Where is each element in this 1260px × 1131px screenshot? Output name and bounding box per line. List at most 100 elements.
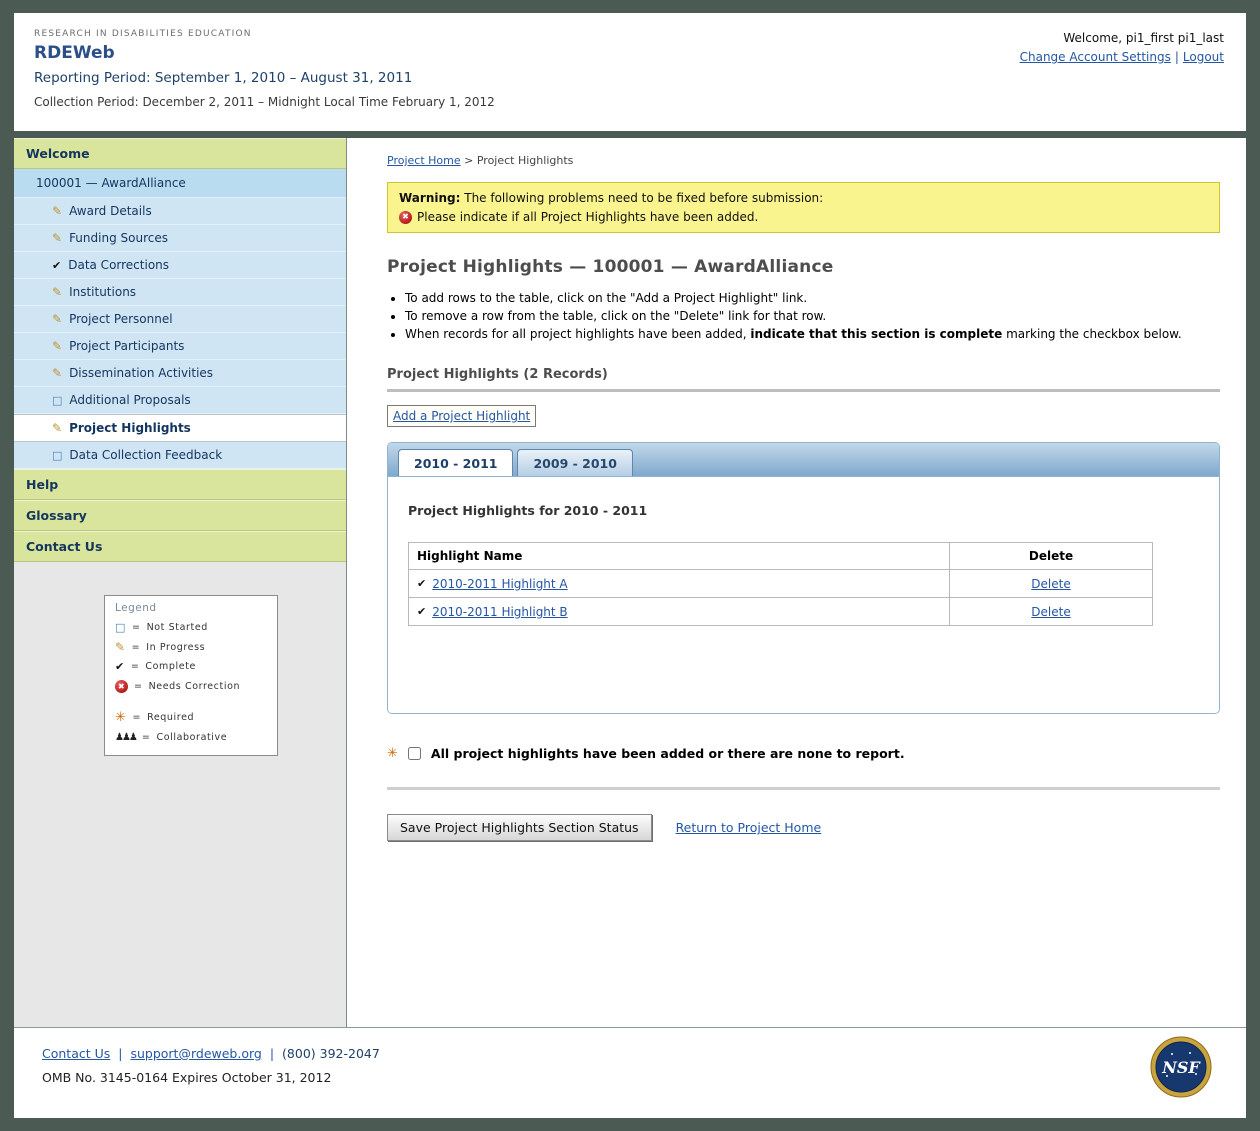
warning-item-text: Please indicate if all Project Highlight… — [417, 210, 758, 224]
highlight-b-link[interactable]: 2010-2011 Highlight B — [432, 605, 567, 619]
complete-icon: ✔ — [115, 661, 125, 672]
warning-box: Warning: The following problems need to … — [387, 182, 1220, 233]
required-icon: ✳ — [115, 711, 127, 724]
footer: Contact Us | support@rdeweb.org | (800) … — [14, 1027, 1246, 1118]
delete-highlight-b-link[interactable]: Delete — [1031, 605, 1070, 619]
logout-link[interactable]: Logout — [1183, 50, 1224, 64]
sidebar-item-award-details[interactable]: ✎ Award Details — [14, 198, 346, 225]
content: Welcome 100001 — AwardAlliance ✎ Award D… — [14, 138, 1246, 1118]
sidebar-item-label: Funding Sources — [69, 231, 168, 245]
breadcrumb-project-home-link[interactable]: Project Home — [387, 154, 461, 167]
column-header-delete: Delete — [950, 543, 1153, 570]
sidebar-item-funding-sources[interactable]: ✎ Funding Sources — [14, 225, 346, 252]
needs-correction-icon: ✖ — [115, 680, 128, 693]
sidebar-item-glossary[interactable]: Glossary — [14, 500, 346, 531]
footer-separator: | — [118, 1046, 122, 1061]
delete-highlight-a-link[interactable]: Delete — [1031, 577, 1070, 591]
legend-eq: = — [132, 642, 141, 653]
add-highlight-box: Add a Project Highlight — [387, 405, 536, 427]
return-to-project-home-link[interactable]: Return to Project Home — [676, 820, 822, 835]
warning-label: Warning: — [399, 191, 460, 205]
instruction-complete-post: marking the checkbox below. — [1002, 327, 1181, 341]
footer-phone: (800) 392-2047 — [282, 1046, 380, 1061]
sidebar-item-label: Project Highlights — [69, 421, 191, 435]
nsf-logo-text: NSF — [1161, 1058, 1201, 1077]
in-progress-icon: ✎ — [52, 367, 62, 379]
sidebar: Welcome 100001 — AwardAlliance ✎ Award D… — [14, 138, 347, 1027]
header-content-gap — [14, 131, 1246, 138]
in-progress-icon: ✎ — [52, 422, 62, 434]
add-project-highlight-link[interactable]: Add a Project Highlight — [393, 409, 530, 423]
collection-period: Collection Period: December 2, 2011 – Mi… — [34, 95, 1226, 109]
sidebar-item-data-corrections[interactable]: ✔ Data Corrections — [14, 252, 346, 279]
footer-email-link[interactable]: support@rdeweb.org — [130, 1046, 261, 1061]
breadcrumb-current: Project Highlights — [477, 154, 574, 167]
highlight-a-link[interactable]: 2010-2011 Highlight A — [432, 577, 567, 591]
legend-label: In Progress — [146, 642, 205, 653]
legend-label: Complete — [145, 661, 196, 672]
legend-eq: = — [132, 622, 141, 633]
sidebar-item-project-personnel[interactable]: ✎ Project Personnel — [14, 306, 346, 333]
legend-item-complete: ✔ = Complete — [115, 661, 267, 672]
column-header-highlight-name: Highlight Name — [409, 543, 950, 570]
delete-cell: Delete — [950, 598, 1153, 626]
in-progress-icon: ✎ — [52, 286, 62, 298]
not-started-icon: □ — [115, 622, 126, 633]
actions-divider — [387, 787, 1220, 790]
sidebar-item-additional-proposals[interactable]: □ Additional Proposals — [14, 387, 346, 414]
warning-item: ✖ Please indicate if all Project Highlig… — [399, 210, 1208, 224]
in-progress-icon: ✎ — [52, 313, 62, 325]
section-complete-checkbox[interactable] — [408, 747, 421, 760]
save-section-status-button[interactable]: Save Project Highlights Section Status — [387, 814, 652, 841]
header-user-area: Welcome, pi1_first pi1_last Change Accou… — [1020, 31, 1224, 64]
legend-eq: = — [131, 661, 140, 672]
in-progress-icon: ✎ — [52, 340, 62, 352]
highlight-name-cell: ✔ 2010-2011 Highlight B — [409, 598, 950, 626]
sidebar-item-contact-us[interactable]: Contact Us — [14, 531, 346, 562]
sidebar-item-data-collection-feedback[interactable]: □ Data Collection Feedback — [14, 442, 346, 469]
instruction-complete-bold: indicate that this section is complete — [750, 327, 1002, 341]
instruction-add: To add rows to the table, click on the "… — [405, 291, 1220, 305]
sidebar-item-label: Dissemination Activities — [69, 366, 213, 380]
highlights-tabs: 2010 - 2011 2009 - 2010 Project Highligh… — [387, 442, 1220, 714]
sidebar-award-node[interactable]: 100001 — AwardAlliance — [14, 169, 346, 198]
section-complete-row: ✳ All project highlights have been added… — [387, 746, 1220, 761]
sidebar-item-label: Data Corrections — [68, 258, 169, 272]
tab-2010-2011[interactable]: 2010 - 2011 — [398, 449, 513, 476]
required-icon: ✳ — [387, 747, 398, 760]
legend-eq: = — [134, 681, 143, 692]
highlights-table: Highlight Name Delete ✔ 2010-2011 — [408, 542, 1153, 626]
section-title: Project Highlights (2 Records) — [387, 367, 1220, 392]
footer-omb-line: OMB No. 3145-0164 Expires October 31, 20… — [42, 1070, 1218, 1085]
complete-icon: ✔ — [417, 578, 426, 589]
sidebar-item-project-highlights[interactable]: ✎ Project Highlights — [14, 414, 346, 442]
warning-text: The following problems need to be fixed … — [460, 191, 823, 205]
legend-label: Not Started — [147, 622, 208, 633]
highlight-name-cell: ✔ 2010-2011 Highlight A — [409, 570, 950, 598]
sidebar-item-dissemination-activities[interactable]: ✎ Dissemination Activities — [14, 360, 346, 387]
sidebar-item-institutions[interactable]: ✎ Institutions — [14, 279, 346, 306]
sidebar-item-help[interactable]: Help — [14, 469, 346, 500]
page: RESEARCH IN DISABILITIES EDUCATION RDEWe… — [14, 13, 1246, 1118]
footer-contact-us-link[interactable]: Contact Us — [42, 1046, 110, 1061]
breadcrumb-separator: > — [464, 154, 473, 167]
tab-2009-2010[interactable]: 2009 - 2010 — [517, 449, 632, 476]
header: RESEARCH IN DISABILITIES EDUCATION RDEWe… — [14, 13, 1246, 131]
change-account-settings-link[interactable]: Change Account Settings — [1020, 50, 1171, 64]
sidebar-item-label: Award Details — [69, 204, 152, 218]
legend-item-in-progress: ✎ = In Progress — [115, 641, 267, 653]
page-title: Project Highlights — 100001 — AwardAllia… — [387, 257, 1220, 277]
sidebar-item-project-participants[interactable]: ✎ Project Participants — [14, 333, 346, 360]
footer-contact-line: Contact Us | support@rdeweb.org | (800) … — [42, 1046, 1218, 1061]
table-header-row: Highlight Name Delete — [409, 543, 1153, 570]
legend-item-required: ✳ = Required — [115, 711, 267, 724]
sidebar-item-label: Data Collection Feedback — [69, 448, 222, 462]
sidebar-item-welcome[interactable]: Welcome — [14, 138, 346, 169]
section-complete-label: All project highlights have been added o… — [431, 746, 905, 761]
delete-cell: Delete — [950, 570, 1153, 598]
legend-title: Legend — [115, 602, 267, 614]
page-frame: RESEARCH IN DISABILITIES EDUCATION RDEWe… — [0, 0, 1260, 1131]
in-progress-icon: ✎ — [52, 232, 62, 244]
tab-panel: Project Highlights for 2010 - 2011 Highl… — [388, 477, 1219, 713]
instruction-complete-pre: When records for all project highlights … — [405, 327, 750, 341]
